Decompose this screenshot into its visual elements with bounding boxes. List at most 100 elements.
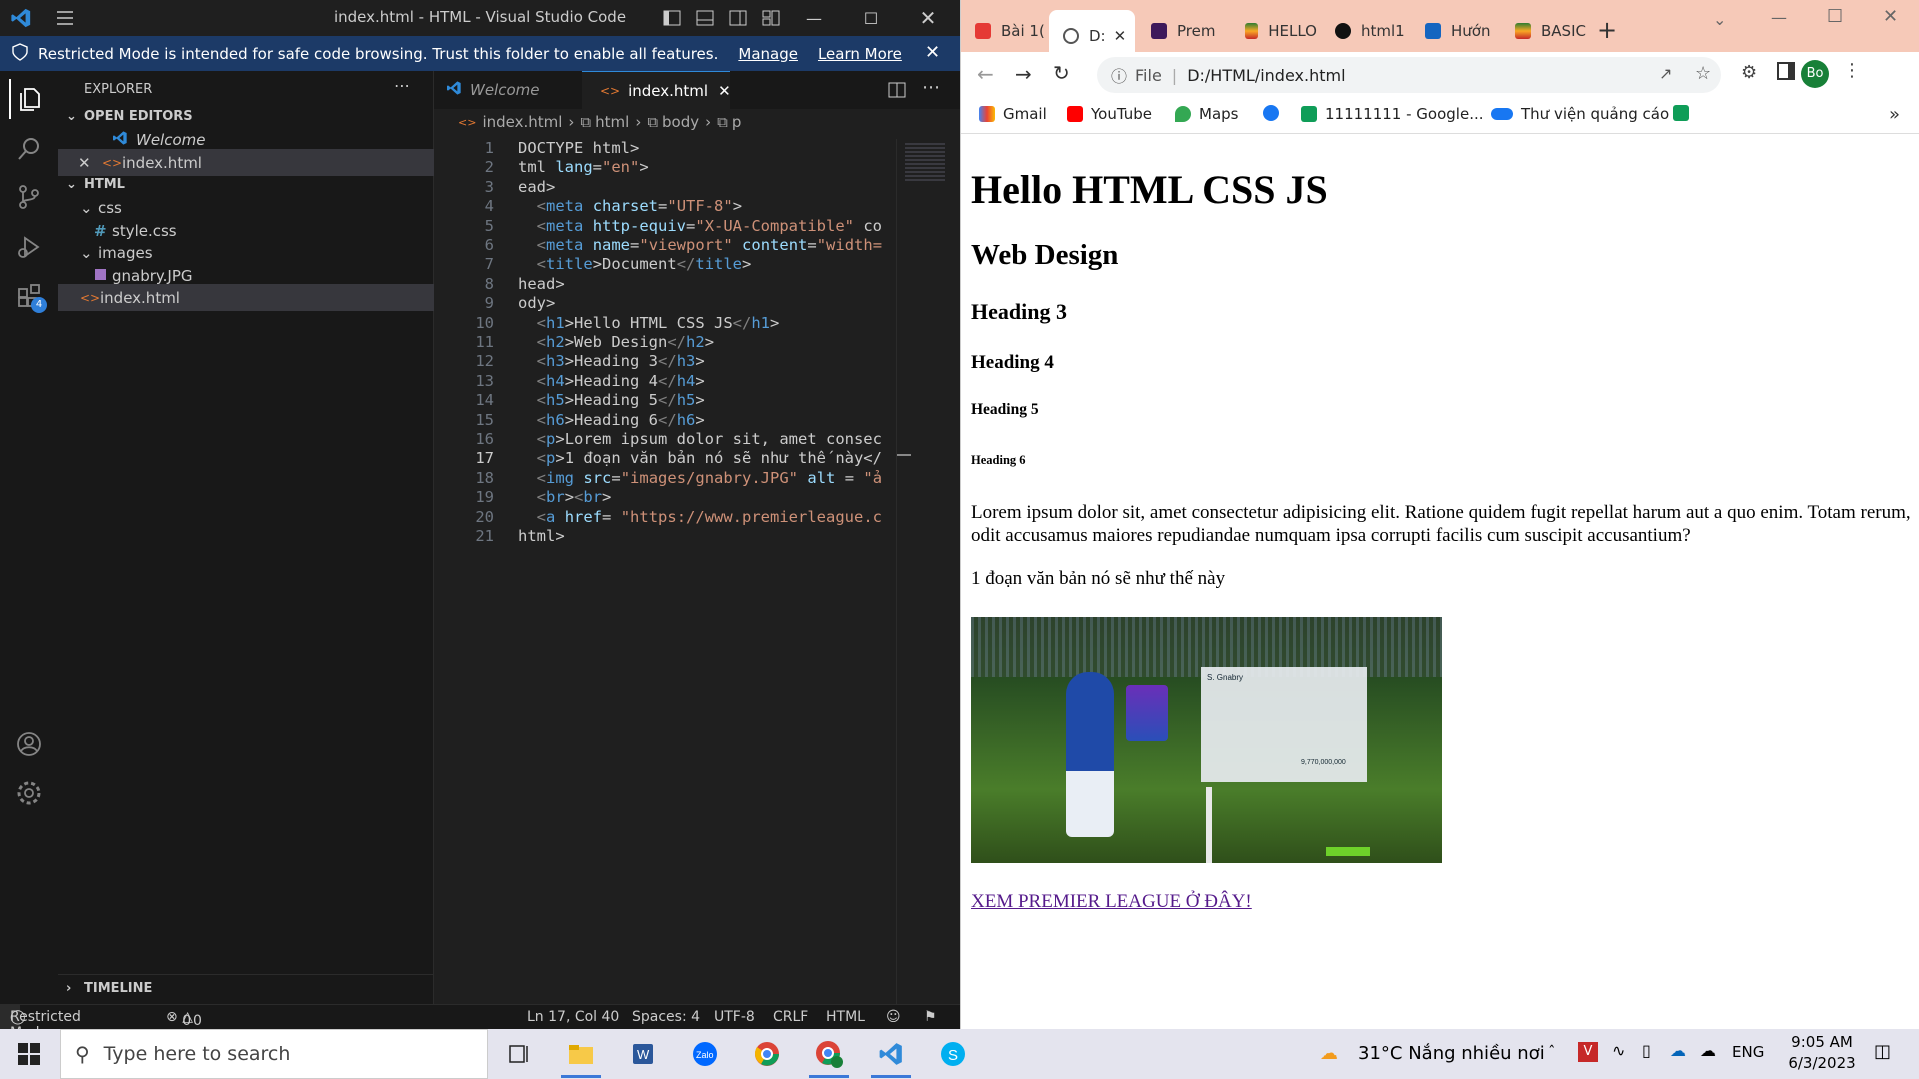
- more-actions-icon[interactable]: ⋯: [394, 76, 410, 95]
- reload-icon[interactable]: ↻: [1053, 61, 1070, 85]
- input-language[interactable]: ENG: [1732, 1043, 1764, 1061]
- zalo-icon[interactable]: Zalo: [688, 1037, 722, 1071]
- learn-more-link[interactable]: Learn More: [818, 45, 902, 63]
- skype-icon[interactable]: S: [936, 1037, 970, 1071]
- code-line[interactable]: <h2>Web Design</h2>: [518, 333, 714, 351]
- browser-tab[interactable]: HELLO: [1231, 10, 1317, 52]
- code-line[interactable]: ead>: [518, 178, 555, 196]
- tray-app-icon[interactable]: V: [1578, 1042, 1598, 1062]
- code-line[interactable]: <meta name="viewport" content="width=: [518, 236, 882, 254]
- wifi-icon[interactable]: ∿: [1612, 1041, 1625, 1060]
- bookmark-google-sheet[interactable]: 11111111 - Google...: [1301, 105, 1484, 123]
- close-button[interactable]: ✕: [1883, 6, 1898, 27]
- breadcrumb-item[interactable]: p: [732, 113, 742, 131]
- source-control-icon[interactable]: [9, 177, 49, 217]
- cursor-position[interactable]: Ln 17, Col 40: [527, 1009, 619, 1025]
- code-line[interactable]: <a href= "https://www.premierleague.c: [518, 508, 882, 526]
- feedback-icon[interactable]: ☺: [886, 1009, 901, 1025]
- browser-tab[interactable]: Prem: [1137, 10, 1227, 52]
- code-line[interactable]: DOCTYPE html>: [518, 139, 639, 157]
- close-tab-icon[interactable]: ✕: [718, 82, 731, 100]
- language-mode[interactable]: HTML: [826, 1009, 865, 1025]
- accounts-icon[interactable]: [9, 724, 49, 764]
- minimize-button[interactable]: —: [791, 0, 837, 36]
- breadcrumb-item[interactable]: body: [662, 113, 699, 131]
- battery-icon[interactable]: ▯: [1642, 1041, 1651, 1060]
- maximize-button[interactable]: ☐: [848, 0, 894, 36]
- back-icon[interactable]: ←: [977, 62, 994, 86]
- code-line[interactable]: <h5>Heading 5</h5>: [518, 391, 705, 409]
- close-button[interactable]: ✕: [905, 0, 951, 36]
- extensions-puzzle-icon[interactable]: ⚙: [1741, 62, 1757, 83]
- minimap[interactable]: [896, 139, 960, 1004]
- code-line[interactable]: <h1>Hello HTML CSS JS</h1>: [518, 314, 780, 332]
- encoding[interactable]: UTF-8: [714, 1009, 755, 1025]
- code-line[interactable]: <meta charset="UTF-8">: [518, 197, 742, 215]
- bookmark-maps[interactable]: Maps: [1175, 105, 1238, 123]
- manage-gear-icon[interactable]: [9, 773, 49, 813]
- indentation[interactable]: Spaces: 4: [632, 1009, 700, 1025]
- code-line[interactable]: <img src="images/gnabry.JPG" alt = "ả: [518, 469, 882, 487]
- editor-more-icon[interactable]: ⋯: [922, 77, 940, 98]
- maximize-button[interactable]: ☐: [1827, 6, 1843, 27]
- new-tab-button[interactable]: +: [1597, 16, 1617, 44]
- close-tab-icon[interactable]: ✕: [1114, 27, 1127, 45]
- search-icon[interactable]: [9, 129, 49, 169]
- side-panel-icon[interactable]: [1777, 62, 1795, 80]
- browser-tab[interactable]: Hướn: [1411, 10, 1497, 52]
- code-line[interactable]: ody>: [518, 294, 555, 312]
- timeline-section[interactable]: › TIMELINE: [58, 974, 434, 1001]
- code-line[interactable]: <title>Document</title>: [518, 255, 752, 273]
- toggle-sidebar-icon[interactable]: [662, 8, 682, 32]
- run-debug-icon[interactable]: [9, 227, 49, 267]
- bookmark-gmail[interactable]: Gmail: [979, 105, 1047, 123]
- eol[interactable]: CRLF: [773, 1009, 808, 1025]
- toggle-secondary-sidebar-icon[interactable]: [728, 8, 748, 32]
- code-line[interactable]: <br><br>: [518, 488, 612, 506]
- bookmark-sheets[interactable]: [1673, 105, 1697, 121]
- customize-layout-icon[interactable]: [761, 8, 781, 32]
- address-bar[interactable]: ⓘ File | D:/HTML/index.html ↗ ☆: [1097, 57, 1721, 93]
- code-line[interactable]: html>: [518, 527, 565, 545]
- toggle-panel-icon[interactable]: [695, 8, 715, 32]
- weather-icon[interactable]: ☁: [1320, 1043, 1338, 1064]
- split-editor-icon[interactable]: [888, 81, 906, 103]
- extensions-icon[interactable]: 4: [9, 275, 49, 315]
- notifications-icon[interactable]: ◫: [1874, 1041, 1891, 1062]
- clock-date[interactable]: 6/3/2023: [1774, 1054, 1870, 1072]
- breadcrumb-item[interactable]: html: [595, 113, 629, 131]
- breadcrumb-item[interactable]: index.html: [482, 113, 562, 131]
- hamburger-menu-icon[interactable]: [55, 8, 75, 32]
- notifications-bell-icon[interactable]: ⚑: [924, 1009, 937, 1025]
- premier-league-link[interactable]: XEM PREMIER LEAGUE Ở ĐÂY!: [971, 891, 1252, 913]
- browser-tab[interactable]: html1: [1321, 10, 1407, 52]
- restricted-mode-status[interactable]: ◯ Restricted Mode: [0, 1005, 81, 1041]
- vscode-taskbar-icon[interactable]: [874, 1037, 908, 1071]
- cloud-icon[interactable]: ☁: [1700, 1041, 1716, 1060]
- banner-close-icon[interactable]: ✕: [925, 42, 940, 63]
- weather-text[interactable]: 31°C Nắng nhiều nơi: [1358, 1043, 1545, 1064]
- code-line[interactable]: <h4>Heading 4</h4>: [518, 372, 705, 390]
- bookmark-youtube[interactable]: YouTube: [1067, 105, 1152, 123]
- code-line[interactable]: <h6>Heading 6</h6>: [518, 411, 705, 429]
- clock-time[interactable]: 9:05 AM: [1782, 1033, 1862, 1051]
- browser-tab[interactable]: BASIC: [1501, 10, 1587, 52]
- close-editor-icon[interactable]: ✕: [78, 154, 102, 172]
- show-hidden-icons-icon[interactable]: ˆ: [1548, 1043, 1556, 1061]
- code-line[interactable]: <p>Lorem ipsum dolor sit, amet consec: [518, 430, 882, 448]
- onedrive-icon[interactable]: ☁: [1670, 1041, 1686, 1060]
- windows-start-icon[interactable]: [12, 1037, 46, 1071]
- tree-item-index-html[interactable]: <> index.html: [58, 284, 434, 311]
- chrome-profile-icon[interactable]: [812, 1037, 846, 1071]
- code-line[interactable]: <h3>Heading 3</h3>: [518, 352, 705, 370]
- code-line[interactable]: tml lang="en">: [518, 158, 649, 176]
- code-editor[interactable]: 1 DOCTYPE html> 2 tml lang="en"> 3 ead> 4 <met…: [434, 139, 894, 739]
- tab-index-html[interactable]: <> index.html ✕: [582, 71, 731, 109]
- forward-icon[interactable]: →: [1015, 62, 1032, 86]
- explorer-icon[interactable]: [9, 79, 49, 119]
- chrome-icon[interactable]: [750, 1037, 784, 1071]
- minimize-button[interactable]: —: [1771, 8, 1787, 27]
- taskbar-search[interactable]: ⚲ Type here to search: [60, 1029, 488, 1079]
- profile-avatar[interactable]: Bo: [1801, 60, 1829, 88]
- problems-status[interactable]: ⊗ 0 △ 0: [166, 1009, 202, 1029]
